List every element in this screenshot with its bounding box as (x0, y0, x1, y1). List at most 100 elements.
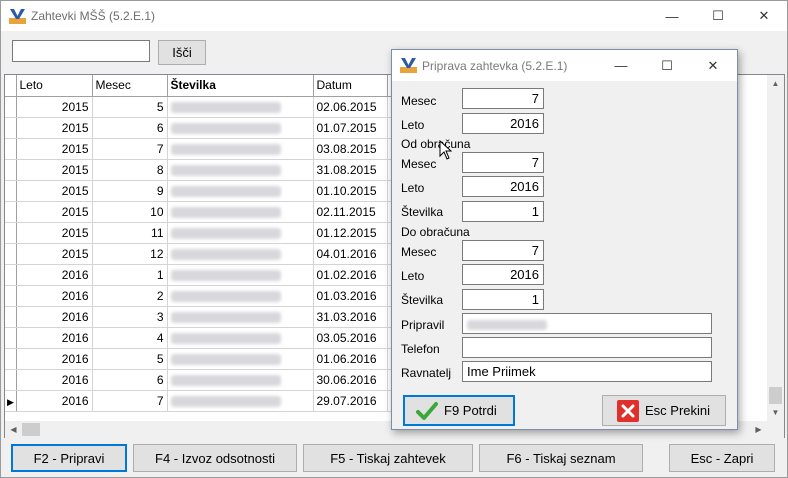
cell-stevilka[interactable] (167, 264, 314, 286)
f6-tiskaj-seznam-button[interactable]: F6 - Tiskaj seznam (479, 444, 643, 472)
f5-tiskaj-zahtevek-button[interactable]: F5 - Tiskaj zahtevek (303, 444, 473, 472)
ravnatelj-field[interactable]: Ime Priimek (462, 361, 712, 382)
cell-datum[interactable]: 02.11.2015 (313, 201, 388, 223)
column-header-mesec[interactable]: Mesec (92, 75, 168, 97)
cell-mesec[interactable]: 4 (92, 327, 168, 349)
cell-stevilka[interactable] (167, 369, 314, 391)
cell-leto[interactable]: 2016 (16, 306, 93, 328)
scroll-up-icon[interactable]: ▲ (767, 75, 784, 92)
search-button[interactable]: Išči (158, 40, 206, 65)
cell-datum[interactable]: 01.07.2015 (313, 117, 388, 139)
cell-stevilka[interactable] (167, 390, 314, 412)
row-indicator[interactable] (5, 138, 17, 160)
cell-stevilka[interactable] (167, 138, 314, 160)
cell-datum[interactable]: 31.08.2015 (313, 159, 388, 181)
dialog-close-button[interactable]: ✕ (690, 50, 736, 81)
cell-leto[interactable]: 2016 (16, 348, 93, 370)
scroll-right-icon[interactable]: ▶ (750, 421, 767, 438)
row-indicator[interactable] (5, 285, 17, 307)
cell-stevilka[interactable] (167, 180, 314, 202)
table-row[interactable]: 2015601.07.20155 (5, 117, 418, 139)
telefon-field[interactable] (462, 337, 712, 358)
f9-potrdi-button[interactable]: F9 Potrdi (403, 395, 515, 426)
row-indicator[interactable] (5, 222, 17, 244)
scroll-down-icon[interactable]: ▼ (767, 404, 784, 421)
cell-datum[interactable]: 03.05.2016 (313, 327, 388, 349)
cell-datum[interactable]: 02.06.2015 (313, 96, 388, 118)
row-indicator[interactable] (5, 243, 17, 265)
cell-stevilka[interactable] (167, 306, 314, 328)
cell-stevilka[interactable] (167, 243, 314, 265)
cell-leto[interactable]: 2016 (16, 390, 93, 412)
cell-datum[interactable]: 01.12.2015 (313, 222, 388, 244)
do-stevilka-field[interactable]: 1 (462, 289, 544, 310)
cell-datum[interactable]: 01.06.2016 (313, 348, 388, 370)
cell-mesec[interactable]: 7 (92, 390, 168, 412)
od-mesec-field[interactable]: 7 (462, 152, 544, 173)
cell-mesec[interactable]: 9 (92, 180, 168, 202)
cell-leto[interactable]: 2016 (16, 285, 93, 307)
cell-stevilka[interactable] (167, 348, 314, 370)
f2-pripravi-button[interactable]: F2 - Pripravi (11, 444, 127, 472)
cell-mesec[interactable]: 11 (92, 222, 168, 244)
column-header-leto[interactable]: Leto (16, 75, 93, 97)
row-indicator[interactable] (5, 117, 17, 139)
cell-stevilka[interactable] (167, 159, 314, 181)
cell-mesec[interactable]: 12 (92, 243, 168, 265)
f4-izvoz-odsotnosti-button[interactable]: F4 - Izvoz odsotnosti (133, 444, 297, 472)
cell-stevilka[interactable] (167, 201, 314, 223)
row-indicator[interactable] (5, 96, 17, 118)
dialog-maximize-button[interactable]: ☐ (644, 50, 690, 81)
horizontal-scroll-thumb[interactable] (22, 423, 40, 436)
cell-datum[interactable]: 03.08.2015 (313, 138, 388, 160)
table-row[interactable]: 20151101.12.20155 (5, 222, 418, 244)
row-indicator[interactable] (5, 306, 17, 328)
column-header-datum[interactable]: Datum (313, 75, 388, 97)
do-mesec-field[interactable]: 7 (462, 240, 544, 261)
cell-leto[interactable]: 2015 (16, 138, 93, 160)
cell-leto[interactable]: 2015 (16, 180, 93, 202)
cell-stevilka[interactable] (167, 117, 314, 139)
table-row[interactable]: 2016331.03.20165 (5, 306, 418, 328)
table-row[interactable]: 20151002.11.20155 (5, 201, 418, 223)
cell-mesec[interactable]: 7 (92, 138, 168, 160)
cell-leto[interactable]: 2015 (16, 96, 93, 118)
cell-datum[interactable]: 29.07.2016 (313, 390, 388, 412)
table-row[interactable]: 2016101.02.20165 (5, 264, 418, 286)
table-row[interactable]: 20151204.01.20165 (5, 243, 418, 265)
table-row[interactable]: 2016630.06.20165 (5, 369, 418, 391)
column-header-stevilka[interactable]: Številka (167, 75, 314, 97)
table-row[interactable]: 2015502.06.20155 (5, 96, 418, 118)
od-stevilka-field[interactable]: 1 (462, 201, 544, 222)
row-indicator[interactable] (5, 327, 17, 349)
cell-leto[interactable]: 2015 (16, 243, 93, 265)
row-indicator[interactable] (5, 369, 17, 391)
maximize-button[interactable]: ☐ (695, 1, 741, 31)
cell-leto[interactable]: 2015 (16, 117, 93, 139)
table-row[interactable]: 2016501.06.20165 (5, 348, 418, 370)
table-row[interactable]: 2016403.05.20165 (5, 327, 418, 349)
row-indicator[interactable] (5, 159, 17, 181)
pripravil-field[interactable] (462, 313, 712, 334)
cell-datum[interactable]: 01.10.2015 (313, 180, 388, 202)
cell-mesec[interactable]: 5 (92, 348, 168, 370)
cell-mesec[interactable]: 2 (92, 285, 168, 307)
row-indicator[interactable] (5, 348, 17, 370)
esc-zapri-button[interactable]: Esc - Zapri (669, 444, 775, 472)
search-input[interactable] (12, 40, 150, 62)
cell-leto[interactable]: 2015 (16, 222, 93, 244)
dialog-minimize-button[interactable]: — (598, 50, 644, 81)
cell-leto[interactable]: 2016 (16, 369, 93, 391)
cell-datum[interactable]: 01.02.2016 (313, 264, 388, 286)
table-row[interactable]: ▶2016729.07.20165 (5, 390, 418, 412)
cell-datum[interactable]: 31.03.2016 (313, 306, 388, 328)
cell-leto[interactable]: 2016 (16, 264, 93, 286)
row-indicator[interactable]: ▶ (5, 390, 17, 412)
row-indicator[interactable] (5, 201, 17, 223)
cell-datum[interactable]: 04.01.2016 (313, 243, 388, 265)
cell-mesec[interactable]: 6 (92, 117, 168, 139)
cell-mesec[interactable]: 10 (92, 201, 168, 223)
table-row[interactable]: 2015703.08.20155 (5, 138, 418, 160)
leto-field[interactable]: 2016 (462, 113, 544, 134)
cell-mesec[interactable]: 1 (92, 264, 168, 286)
